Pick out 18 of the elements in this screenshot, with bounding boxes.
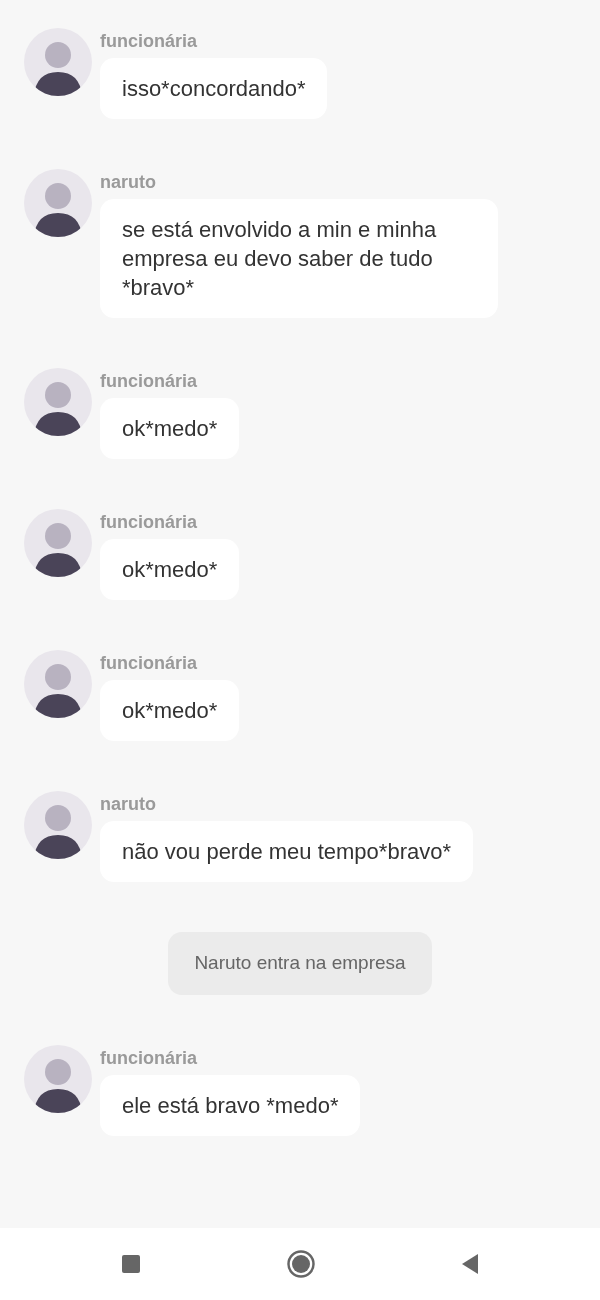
message-bubble: não vou perde meu tempo*bravo* [100,821,473,882]
message-bubble: ele está bravo *medo* [100,1074,361,1136]
sender-name: naruto [100,793,156,816]
message-bubble: ok*medo* [100,539,240,600]
sender-name: funcionária [100,1046,197,1070]
message-bubble: isso*concordando* [100,58,328,119]
system-message: Naruto entra na empresa [168,932,432,995]
message-bubble: ok*medo* [100,680,240,741]
back-icon[interactable] [461,1253,479,1275]
sender-name: funcionária [100,652,197,675]
message-bubble: ok*medo* [100,398,240,459]
sender-name: naruto [100,171,156,194]
sender-name: funcionária [100,511,197,534]
sender-name: funcionária [100,30,197,53]
recents-icon[interactable] [121,1254,141,1274]
home-icon[interactable] [287,1250,315,1278]
sender-name: funcionária [100,370,197,393]
message-bubble: se está envolvido a min e minha empresa eu devo saber de tudo *bravo* [100,199,498,318]
